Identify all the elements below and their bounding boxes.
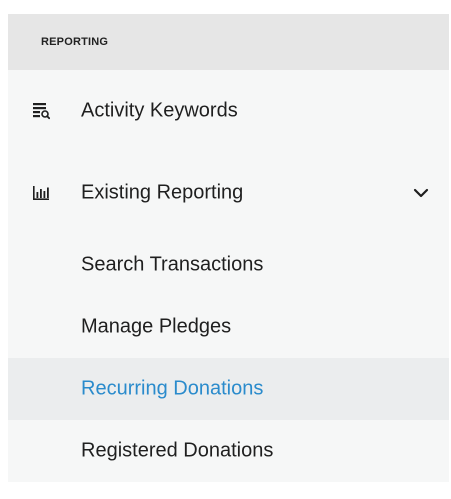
search-list-icon [33,103,50,120]
sidebar-subitem-manage-pledges[interactable]: Manage Pledges [8,296,449,358]
bar-chart-icon [33,186,49,200]
sidebar-subitem-search-transactions[interactable]: Search Transactions [8,234,449,296]
sidebar-subitem-label: Manage Pledges [81,315,232,338]
sidebar-subitem-registered-donations[interactable]: Registered Donations [8,420,449,482]
section-title: REPORTING [41,36,109,48]
sidebar-subitem-label: Registered Donations [81,439,274,462]
sidebar: REPORTING Activity Keywords Existing Rep… [0,0,451,499]
section-header: REPORTING [8,14,449,70]
sidebar-item-label: Existing Reporting [81,181,244,204]
sidebar-subitem-recurring-donations[interactable]: Recurring Donations [8,358,449,420]
sidebar-item-label: Activity Keywords [81,99,238,122]
chevron-down-icon[interactable] [413,185,429,201]
sidebar-item-activity-keywords[interactable]: Activity Keywords [8,70,449,152]
sidebar-subitem-label: Recurring Donations [81,377,264,400]
sidebar-subitem-label: Search Transactions [81,253,264,276]
sidebar-item-existing-reporting[interactable]: Existing Reporting [8,152,449,234]
